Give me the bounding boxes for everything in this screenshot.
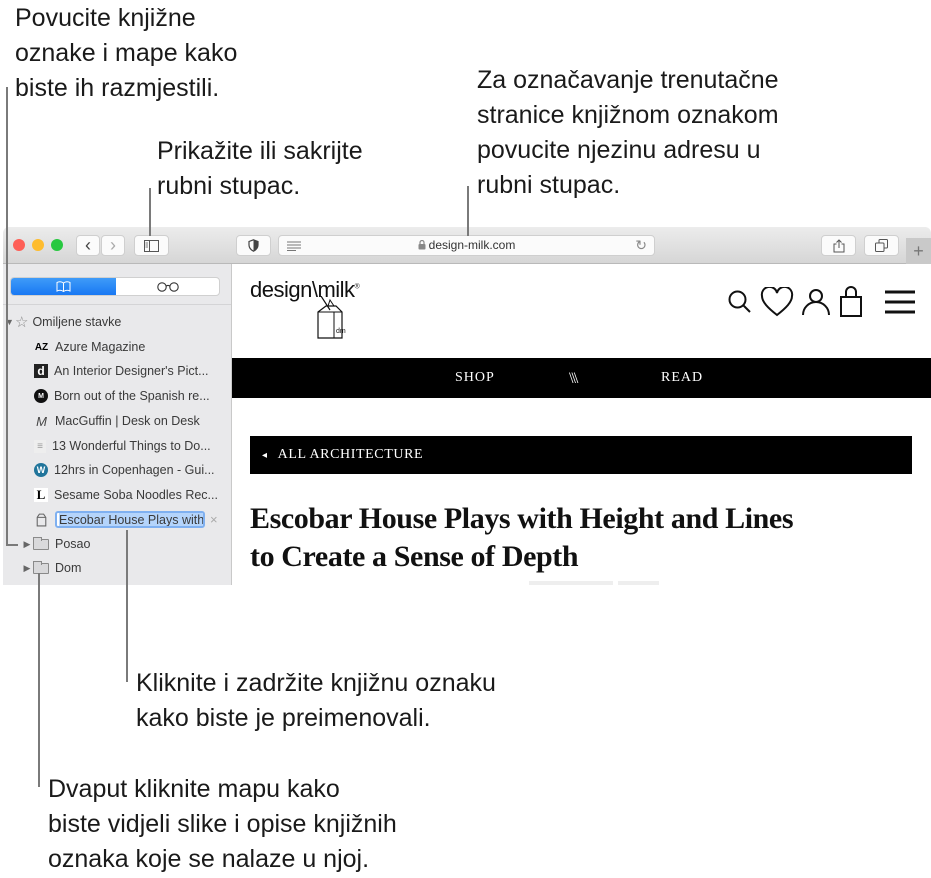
safari-window: ‹ › design-milk.com ↻ + ▼ ☆ Omiljene sta…	[3, 227, 931, 585]
leader-line-folder	[38, 573, 40, 787]
glasses-icon	[156, 281, 179, 292]
forward-button[interactable]: ›	[101, 235, 125, 256]
sidebar-icon	[144, 239, 159, 252]
milk-carton-favicon-icon	[36, 513, 47, 526]
web-content: design\milk® dm SHOP \\\ READ ◂ ALL ARCH…	[232, 264, 931, 585]
share-button[interactable]	[821, 235, 856, 256]
sidebar: ▼ ☆ Omiljene stavke AZ Azure Magazine d …	[3, 264, 232, 585]
text-favicon-icon: ≡	[34, 439, 46, 453]
chevron-right-icon: ›	[110, 235, 116, 255]
star-icon: ☆	[15, 314, 29, 331]
bookmark-item-editing[interactable]: Escobar House Plays with Height and Line…	[3, 507, 262, 531]
sidebar-segmented-control	[10, 277, 220, 296]
folder-icon	[33, 536, 49, 550]
callout-drag: Povucite knjižne oznake i mape kako bist…	[15, 4, 238, 102]
callout-rename: Kliknite i zadržite knjižnu oznaku kako …	[136, 669, 496, 732]
callout-add-bookmark: Za označavanje trenutačne stranice knjiž…	[477, 66, 779, 199]
bookmark-item[interactable]: AZ Azure Magazine	[3, 335, 262, 359]
site-nav-bar: SHOP \\\ READ	[232, 358, 931, 398]
nav-divider-icon: \\\	[569, 370, 578, 387]
macguffin-favicon-icon: M	[36, 413, 47, 429]
favorites-label: Omiljene stavke	[32, 315, 122, 329]
bookmark-rename-field[interactable]: Escobar House Plays with Height and Line…	[55, 510, 205, 528]
leader-line-drag-horizontal	[6, 544, 18, 546]
article-headline: Escobar House Plays with Height and Line…	[250, 502, 794, 573]
shopping-bag-icon[interactable]	[838, 286, 864, 318]
leader-line-sidebar-toggle	[149, 188, 151, 236]
azure-favicon-icon: AZ	[34, 341, 49, 353]
menu-icon[interactable]	[877, 287, 917, 317]
circle-favicon-icon: M	[34, 389, 48, 403]
share-icon	[833, 238, 844, 252]
bookmark-item[interactable]: W 12hrs in Copenhagen - Gui...	[3, 458, 262, 482]
lock-icon	[418, 239, 426, 250]
tab-reading-list[interactable]	[116, 278, 219, 295]
category-link[interactable]: ◂ ALL ARCHITECTURE	[250, 436, 912, 474]
privacy-report-button[interactable]	[236, 235, 271, 256]
folder-icon	[33, 560, 49, 574]
new-tab-button[interactable]: +	[906, 238, 931, 264]
tabs-icon	[875, 239, 888, 252]
heart-icon[interactable]	[760, 287, 794, 317]
address-bar[interactable]: design-milk.com ↻	[278, 235, 655, 256]
callout-folder: Dvaput kliknite mapu kako biste vidjeli …	[48, 775, 397, 873]
minimize-button[interactable]	[32, 239, 44, 251]
placeholder-bar	[529, 581, 613, 585]
leader-line-drag	[6, 87, 8, 546]
clear-icon[interactable]: ×	[210, 512, 218, 527]
leader-line-rename	[126, 530, 128, 682]
sidebar-toggle-button[interactable]	[134, 235, 169, 256]
close-button[interactable]	[13, 239, 25, 251]
url-text: design-milk.com	[428, 238, 516, 252]
l-favicon-icon: L	[34, 487, 48, 502]
bookmark-item[interactable]: ≡ 13 Wonderful Things to Do...	[3, 434, 262, 458]
disclosure-closed-icon[interactable]: ▶	[21, 539, 33, 550]
nav-read-link[interactable]: READ	[661, 370, 703, 386]
carton-label: dm	[336, 328, 346, 335]
search-icon[interactable]	[727, 289, 753, 315]
placeholder-bar	[618, 581, 659, 585]
leader-line-add-bookmark	[467, 186, 469, 236]
tabs-overview-button[interactable]	[864, 235, 899, 256]
site-nav-icons	[727, 286, 917, 318]
bookmark-item[interactable]: M MacGuffin | Desk on Desk	[3, 409, 262, 433]
nav-shop-link[interactable]: SHOP	[455, 370, 495, 386]
bookmark-item[interactable]: M Born out of the Spanish re...	[3, 384, 262, 408]
divider	[3, 304, 231, 305]
book-icon	[56, 281, 71, 292]
wordpress-favicon-icon: W	[34, 463, 48, 477]
tab-bookmarks[interactable]	[11, 278, 116, 295]
shield-icon	[248, 239, 259, 252]
account-icon[interactable]	[801, 287, 831, 317]
dezeen-favicon-icon: d	[34, 364, 48, 378]
favorites-folder[interactable]: ▼ ☆ Omiljene stavke	[5, 310, 233, 334]
chevron-left-icon: ‹	[85, 235, 91, 255]
bookmark-item[interactable]: L Sesame Soba Noodles Rec...	[3, 483, 262, 507]
zoom-button[interactable]	[51, 239, 63, 251]
disclosure-closed-icon[interactable]: ▶	[21, 563, 33, 574]
callout-sidebar-toggle: Prikažite ili sakrijte rubni stupac.	[157, 137, 363, 200]
back-button[interactable]: ‹	[76, 235, 100, 256]
reload-icon[interactable]: ↻	[635, 237, 647, 254]
caret-left-icon: ◂	[262, 449, 268, 461]
bookmark-item[interactable]: d An Interior Designer's Pict...	[3, 359, 262, 383]
